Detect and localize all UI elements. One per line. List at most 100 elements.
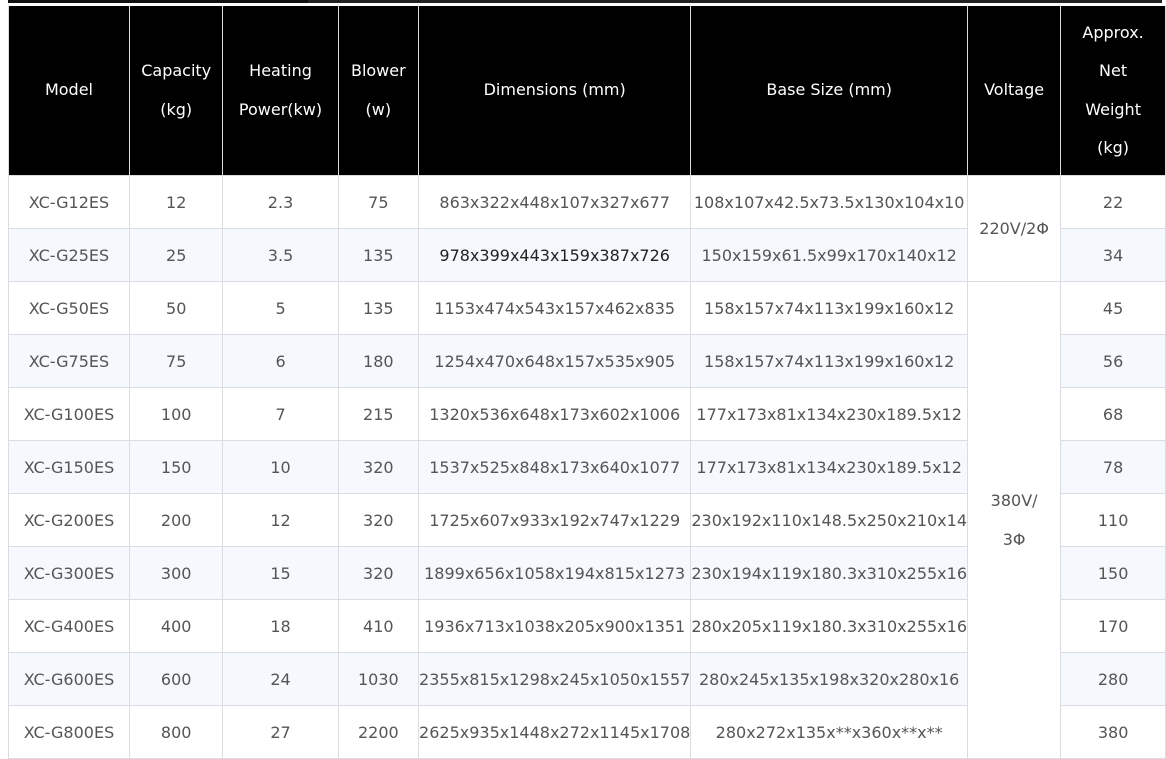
header-label: Voltage [984, 80, 1045, 100]
table-row: XC-G50ES 50 5 135 1153x474x543x157x462x835 15… [8, 281, 1166, 759]
net-weight-cell: 45 [1060, 281, 1166, 335]
heating-power-cell: 6 [222, 334, 339, 388]
header-base-size: Base Size (mm) [690, 6, 968, 176]
header-blower: Blower (w) [337, 6, 420, 176]
capacity-cell: 150 [128, 440, 224, 494]
voltage-label: 380V/ [990, 491, 1038, 510]
header-label: (w) [365, 99, 392, 119]
blower-cell: 320 [337, 546, 420, 600]
model-cell: XC-G800ES [8, 705, 130, 759]
net-weight-cell: 56 [1060, 334, 1166, 388]
capacity-cell: 12 [128, 175, 224, 229]
base-size-cell: 158x157x74x113x199x160x12 [690, 281, 968, 335]
header-label: Model [44, 80, 93, 100]
heating-power-cell: 3.5 [222, 228, 339, 282]
model-cell: XC-G200ES [8, 493, 130, 547]
header-label: Dimensions (mm) [483, 80, 626, 100]
blower-cell: 1030 [337, 652, 420, 706]
header-net-weight: Approx. Net Weight (kg) [1060, 6, 1166, 176]
header-dimensions: Dimensions (mm) [418, 6, 692, 176]
dimensions-cell: 1725x607x933x192x747x1229 [418, 493, 692, 547]
heating-power-cell: 5 [222, 281, 339, 335]
header-label: Approx. [1082, 22, 1144, 42]
dimensions-cell: 1936x713x1038x205x900x1351 [418, 599, 692, 653]
model-cell: XC-G300ES [8, 546, 130, 600]
header-label: Blower [350, 61, 406, 80]
capacity-cell: 75 [128, 334, 224, 388]
heating-power-cell: 2.3 [222, 175, 339, 229]
heating-power-cell: 27 [222, 705, 339, 759]
dimensions-cell: 2355x815x1298x245x1050x1557 [418, 652, 692, 706]
blower-cell: 135 [337, 281, 420, 335]
heating-power-cell: 15 [222, 546, 339, 600]
model-cell: XC-G400ES [8, 599, 130, 653]
table-row: XC-G12ES 12 2.3 75 863x322x448x107x327x677 10… [8, 175, 1166, 282]
header-label: Heating [249, 61, 312, 80]
heating-power-cell: 10 [222, 440, 339, 494]
capacity-cell: 50 [128, 281, 224, 335]
spec-table: Model Capacity (kg) Heating Power(kw) Blower (… [8, 6, 1166, 759]
blower-cell: 320 [337, 493, 420, 547]
base-size-cell: 280x245x135x198x320x280x16 [690, 652, 968, 706]
header-label: (kg) [1097, 138, 1130, 157]
blower-cell: 215 [337, 387, 420, 441]
dimensions-cell: 863x322x448x107x327x677 [418, 175, 692, 229]
table-header: Model Capacity (kg) Heating Power(kw) Blower (… [8, 6, 1166, 176]
voltage-label: 220V/2Φ [979, 219, 1049, 238]
capacity-cell: 25 [128, 228, 224, 282]
voltage-cell: 220V/2Φ [966, 175, 1062, 282]
blower-cell: 180 [337, 334, 420, 388]
header-voltage: Voltage [966, 6, 1062, 176]
capacity-cell: 300 [128, 546, 224, 600]
base-size-cell: 158x157x74x113x199x160x12 [690, 334, 968, 388]
table-body: XC-G12ES 12 2.3 75 863x322x448x107x327x677 10… [8, 175, 1166, 759]
model-cell: XC-G50ES [8, 281, 130, 335]
model-cell: XC-G150ES [8, 440, 130, 494]
blower-cell: 2200 [337, 705, 420, 759]
dimensions-cell: 2625x935x1448x272x1145x1708 [418, 705, 692, 759]
blower-cell: 410 [337, 599, 420, 653]
header-label: Power(kw) [238, 99, 323, 119]
capacity-cell: 200 [128, 493, 224, 547]
net-weight-cell: 170 [1060, 599, 1166, 653]
header-model: Model [8, 6, 130, 176]
header-capacity: Capacity (kg) [128, 6, 224, 176]
header-label: Base Size (mm) [766, 80, 892, 100]
heating-power-cell: 12 [222, 493, 339, 547]
heating-power-cell: 7 [222, 387, 339, 441]
capacity-cell: 100 [128, 387, 224, 441]
net-weight-cell: 34 [1060, 228, 1166, 282]
base-size-cell: 177x173x81x134x230x189.5x12 [690, 440, 968, 494]
header-label: (kg) [160, 99, 193, 119]
capacity-cell: 400 [128, 599, 224, 653]
base-size-cell: 230x194x119x180.3x310x255x16 [690, 546, 968, 600]
net-weight-cell: 68 [1060, 387, 1166, 441]
header-heating-power: Heating Power(kw) [222, 6, 339, 176]
model-cell: XC-G75ES [8, 334, 130, 388]
capacity-cell: 600 [128, 652, 224, 706]
base-size-cell: 177x173x81x134x230x189.5x12 [690, 387, 968, 441]
model-cell: XC-G600ES [8, 652, 130, 706]
model-cell: XC-G12ES [8, 175, 130, 229]
base-size-cell: 150x159x61.5x99x170x140x12 [690, 228, 968, 282]
net-weight-cell: 150 [1060, 546, 1166, 600]
blower-cell: 135 [337, 228, 420, 282]
dimensions-cell: 1537x525x848x173x640x1077 [418, 440, 692, 494]
dimensions-cell: 1899x656x1058x194x815x1273 [418, 546, 692, 600]
dimensions-cell: 1153x474x543x157x462x835 [418, 281, 692, 335]
model-cell: XC-G100ES [8, 387, 130, 441]
top-divider-accent [8, 0, 308, 3]
header-label: Weight [1085, 99, 1141, 119]
capacity-cell: 800 [128, 705, 224, 759]
net-weight-cell: 78 [1060, 440, 1166, 494]
top-divider [8, 0, 1162, 3]
dimensions-cell: 978x399x443x159x387x726 [418, 228, 692, 282]
base-size-cell: 108x107x42.5x73.5x130x104x10 [690, 175, 968, 229]
model-cell: XC-G25ES [8, 228, 130, 282]
base-size-cell: 280x272x135x**x360x**x** [690, 705, 968, 759]
net-weight-cell: 380 [1060, 705, 1166, 759]
blower-cell: 320 [337, 440, 420, 494]
base-size-cell: 280x205x119x180.3x310x255x16 [690, 599, 968, 653]
blower-cell: 75 [337, 175, 420, 229]
net-weight-cell: 22 [1060, 175, 1166, 229]
